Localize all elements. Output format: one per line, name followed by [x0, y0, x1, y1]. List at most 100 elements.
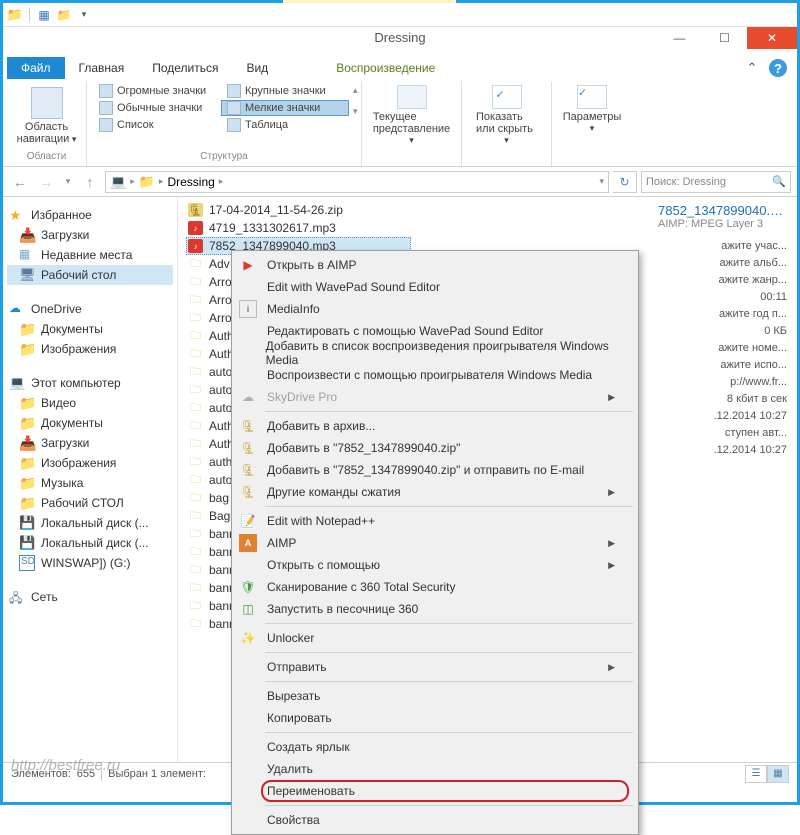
refresh-button[interactable]: ↻ [613, 171, 637, 193]
tab-file[interactable]: Файл [7, 57, 65, 79]
view-icons-button[interactable]: ▦ [767, 765, 789, 783]
cm-mediainfo[interactable]: iMediaInfo [235, 298, 635, 320]
breadcrumb-item[interactable]: Dressing [167, 175, 214, 189]
folderz-icon: 🗀 [188, 581, 203, 595]
pc-icon: 💻 [9, 375, 25, 391]
cm-wmp-add[interactable]: Добавить в список воспроизведения проигр… [235, 342, 635, 364]
breadcrumb-dropdown-icon[interactable]: ▾ [599, 176, 604, 187]
current-view-button[interactable]: Текущее представление ▾ [367, 83, 457, 146]
breadcrumb[interactable]: 💻 ▸ 📁 ▸ Dressing ▸ ▾ [105, 171, 609, 193]
details-field: 00:11 [658, 291, 787, 303]
network-icon: 🖧 [9, 589, 25, 605]
back-button[interactable]: ← [9, 171, 31, 193]
file-name: Arro [209, 293, 232, 307]
sidebar-recent[interactable]: ▦Недавние места [7, 245, 173, 265]
tab-home[interactable]: Главная [65, 57, 139, 79]
tab-view[interactable]: Вид [232, 57, 282, 79]
help-icon[interactable]: ? [769, 59, 787, 77]
sidebar-desktop2[interactable]: 📁Рабочий СТОЛ [7, 493, 173, 513]
layout-large-icons[interactable]: Крупные значки [221, 83, 349, 99]
sidebar-video[interactable]: 📁Видео [7, 393, 173, 413]
cm-archive-zip[interactable]: 🗜Добавить в "7852_1347899040.zip" [235, 437, 635, 459]
layout-scroll-down-icon[interactable]: ▾ [353, 106, 358, 117]
sd-icon: SD [19, 555, 35, 571]
sidebar-images2[interactable]: 📁Изображения [7, 453, 173, 473]
sidebar-music[interactable]: 📁Музыка [7, 473, 173, 493]
details-field: p://www.fr... [658, 376, 787, 388]
medium-icons-icon [99, 101, 113, 115]
qat-dropdown-icon[interactable]: ▾ [76, 7, 92, 23]
status-selection: Выбран 1 элемент: [108, 768, 206, 780]
ribbon-tabs: Файл Главная Поделиться Вид Воспроизведе… [3, 55, 797, 79]
show-hide-button[interactable]: ✓ Показать или скрыть ▾ [468, 83, 545, 146]
cm-cut[interactable]: Вырезать [235, 685, 635, 707]
up-button[interactable]: ↑ [79, 171, 101, 193]
layout-scroll-up-icon[interactable]: ▴ [353, 85, 358, 96]
cm-scan360[interactable]: 🛡Сканирование с 360 Total Security [235, 576, 635, 598]
options-button[interactable]: ✓ Параметры ▾ [555, 83, 630, 134]
cm-delete[interactable]: Удалить [235, 758, 635, 780]
sidebar-downloads2[interactable]: 📥Загрузки [7, 433, 173, 453]
cm-copy[interactable]: Копировать [235, 707, 635, 729]
layout-huge-icons[interactable]: Огромные значки [93, 83, 221, 99]
search-input[interactable]: Поиск: Dressing 🔍 [641, 171, 791, 193]
sidebar-thispc[interactable]: 💻Этот компьютер [7, 373, 173, 393]
cm-other-compression[interactable]: 🗜Другие команды сжатия▶ [235, 481, 635, 503]
layout-medium-icons[interactable]: Обычные значки [93, 100, 221, 116]
sidebar-images[interactable]: 📁Изображения [7, 339, 173, 359]
cm-wmp-play[interactable]: Воспроизвести с помощью проигрывателя Wi… [235, 364, 635, 386]
large-icons-icon [227, 84, 241, 98]
minimize-button[interactable]: — [657, 27, 702, 49]
forward-button[interactable]: → [35, 171, 57, 193]
qat-properties-icon[interactable]: ▦ [36, 7, 52, 23]
notepad-icon: 📝 [239, 512, 257, 530]
recent-locations-button[interactable]: ▾ [61, 171, 75, 193]
tab-play[interactable]: Воспроизведение [322, 57, 449, 79]
cm-aimp[interactable]: AAIMP▶ [235, 532, 635, 554]
details-subtitle: AIMP: MPEG Layer 3 [658, 218, 787, 230]
layout-small-icons[interactable]: Мелкие значки [221, 100, 349, 116]
sidebar-network[interactable]: 🖧Сеть [7, 587, 173, 607]
file-name: Arro [209, 311, 232, 325]
details-field: ступен авт... [658, 427, 787, 439]
folderz-icon: 🗀 [188, 473, 203, 487]
sidebar-documents2[interactable]: 📁Документы [7, 413, 173, 433]
cm-archive-email[interactable]: 🗜Добавить в "7852_1347899040.zip" и отпр… [235, 459, 635, 481]
sidebar-winswap[interactable]: SDWINSWAP]) (G:) [7, 553, 173, 573]
sidebar-documents[interactable]: 📁Документы [7, 319, 173, 339]
sidebar-diskc[interactable]: 💾Локальный диск (... [7, 513, 173, 533]
mp3-icon: ♪ [188, 221, 203, 235]
qat-newfolder-icon[interactable]: 📁 [56, 7, 72, 23]
cm-notepad[interactable]: 📝Edit with Notepad++ [235, 510, 635, 532]
layout-details[interactable]: Таблица [221, 117, 349, 133]
close-button[interactable]: ✕ [747, 27, 797, 49]
file-item[interactable]: ♪4719_1331302617.mp3 [186, 219, 411, 237]
layout-list[interactable]: Список [93, 117, 221, 133]
sidebar-favorites[interactable]: ★Избранное [7, 205, 173, 225]
maximize-button[interactable]: ☐ [702, 27, 747, 49]
cm-open-aimp[interactable]: ▶Открыть в AIMP [235, 254, 635, 276]
navigation-pane-button[interactable]: Область навигации ▾ [13, 83, 80, 145]
cm-shortcut[interactable]: Создать ярлык [235, 736, 635, 758]
folderz-icon: 🗀 [188, 599, 203, 613]
cm-sandbox360[interactable]: ◫Запустить в песочнице 360 [235, 598, 635, 620]
cm-archive[interactable]: 🗜Добавить в архив... [235, 415, 635, 437]
cm-skydrive[interactable]: ☁SkyDrive Pro▶ [235, 386, 635, 408]
cm-properties[interactable]: Свойства [235, 809, 635, 831]
file-name: Adv [209, 257, 230, 271]
sidebar-downloads[interactable]: 📥Загрузки [7, 225, 173, 245]
cm-open-with[interactable]: Открыть с помощью▶ [235, 554, 635, 576]
tab-share[interactable]: Поделиться [138, 57, 232, 79]
cm-send-to[interactable]: Отправить▶ [235, 656, 635, 678]
collapse-ribbon-icon[interactable]: ⌃ [743, 59, 761, 77]
sidebar-desktop[interactable]: 🖥Рабочий стол [7, 265, 173, 285]
folderz-icon: 🗀 [188, 383, 203, 397]
view-details-button[interactable]: ☰ [745, 765, 767, 783]
sidebar-onedrive[interactable]: ☁OneDrive [7, 299, 173, 319]
sidebar-diskd[interactable]: 💾Локальный диск (... [7, 533, 173, 553]
folderz-icon: 🗀 [188, 491, 203, 505]
cm-rename[interactable]: Переименовать [235, 780, 635, 802]
cm-wavepad[interactable]: Edit with WavePad Sound Editor [235, 276, 635, 298]
cm-unlocker[interactable]: ✨Unlocker [235, 627, 635, 649]
file-item[interactable]: 🗜17-04-2014_11-54-26.zip [186, 201, 411, 219]
